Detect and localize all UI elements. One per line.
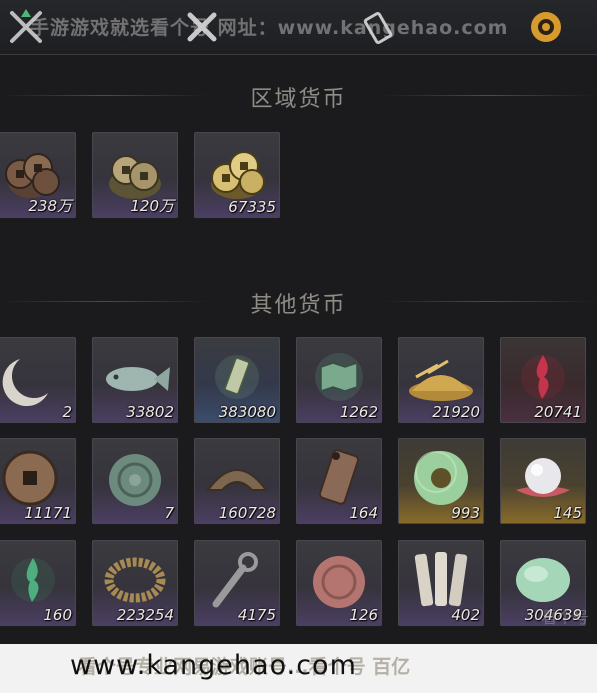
currency-count: 2 — [62, 403, 72, 421]
footer-url: www.kangehao.com — [70, 650, 357, 681]
currency-count: 1262 — [339, 403, 378, 421]
currency-card[interactable]: 238万 — [0, 132, 76, 218]
currency-count: 160 — [43, 606, 72, 624]
currency-card[interactable]: 21920 — [398, 337, 484, 423]
currency-count: 993 — [451, 504, 480, 522]
currency-card[interactable]: 993 — [398, 438, 484, 524]
currency-count: 4175 — [237, 606, 276, 624]
currency-card[interactable]: 383080 — [194, 337, 280, 423]
currency-card[interactable]: 160 — [0, 540, 76, 626]
currency-card[interactable]: 11171 — [0, 438, 76, 524]
currency-count: 120万 — [130, 197, 174, 215]
currency-card[interactable]: 160728 — [194, 438, 280, 524]
currency-count: 33802 — [126, 403, 174, 421]
currency-card[interactable]: 4175 — [194, 540, 280, 626]
currency-count: 11171 — [24, 504, 72, 522]
currency-count: 402 — [451, 606, 480, 624]
currency-card[interactable]: 145 — [500, 438, 586, 524]
currency-count: 7 — [164, 504, 174, 522]
top-tab-bar: 手游游戏就选看个号 网址：www.kangehao.com — [0, 0, 597, 55]
currency-card[interactable]: 7 — [92, 438, 178, 524]
currency-count: 20741 — [534, 403, 582, 421]
other-currency-title: 其他货币 — [250, 293, 347, 318]
currency-count: 145 — [553, 504, 582, 522]
currency-count: 67335 — [228, 198, 276, 216]
currency-card[interactable]: 1262 — [296, 337, 382, 423]
currency-card[interactable]: 120万 — [92, 132, 178, 218]
regional-currency-title: 区域货币 — [250, 87, 347, 112]
currency-card[interactable]: 402 — [398, 540, 484, 626]
currency-card[interactable]: 2 — [0, 337, 76, 423]
currency-count: 223254 — [116, 606, 174, 624]
currency-card[interactable]: 33802 — [92, 337, 178, 423]
currency-count: 383080 — [218, 403, 276, 421]
currency-count: 21920 — [432, 403, 480, 421]
currency-card[interactable]: 164 — [296, 438, 382, 524]
currency-card[interactable]: 223254 — [92, 540, 178, 626]
gold-coin-tab-icon[interactable] — [522, 4, 570, 50]
corner-watermark: 看个号 — [540, 608, 589, 627]
currency-count: 126 — [349, 606, 378, 624]
currency-card[interactable]: 67335 — [194, 132, 280, 218]
top-watermark: 手游游戏就选看个号 网址：www.kangehao.com — [30, 17, 509, 39]
currency-card[interactable]: 126 — [296, 540, 382, 626]
currency-count: 238万 — [28, 197, 72, 215]
currency-count: 164 — [349, 504, 378, 522]
currency-card[interactable]: 20741 — [500, 337, 586, 423]
currency-count: 160728 — [218, 504, 276, 522]
